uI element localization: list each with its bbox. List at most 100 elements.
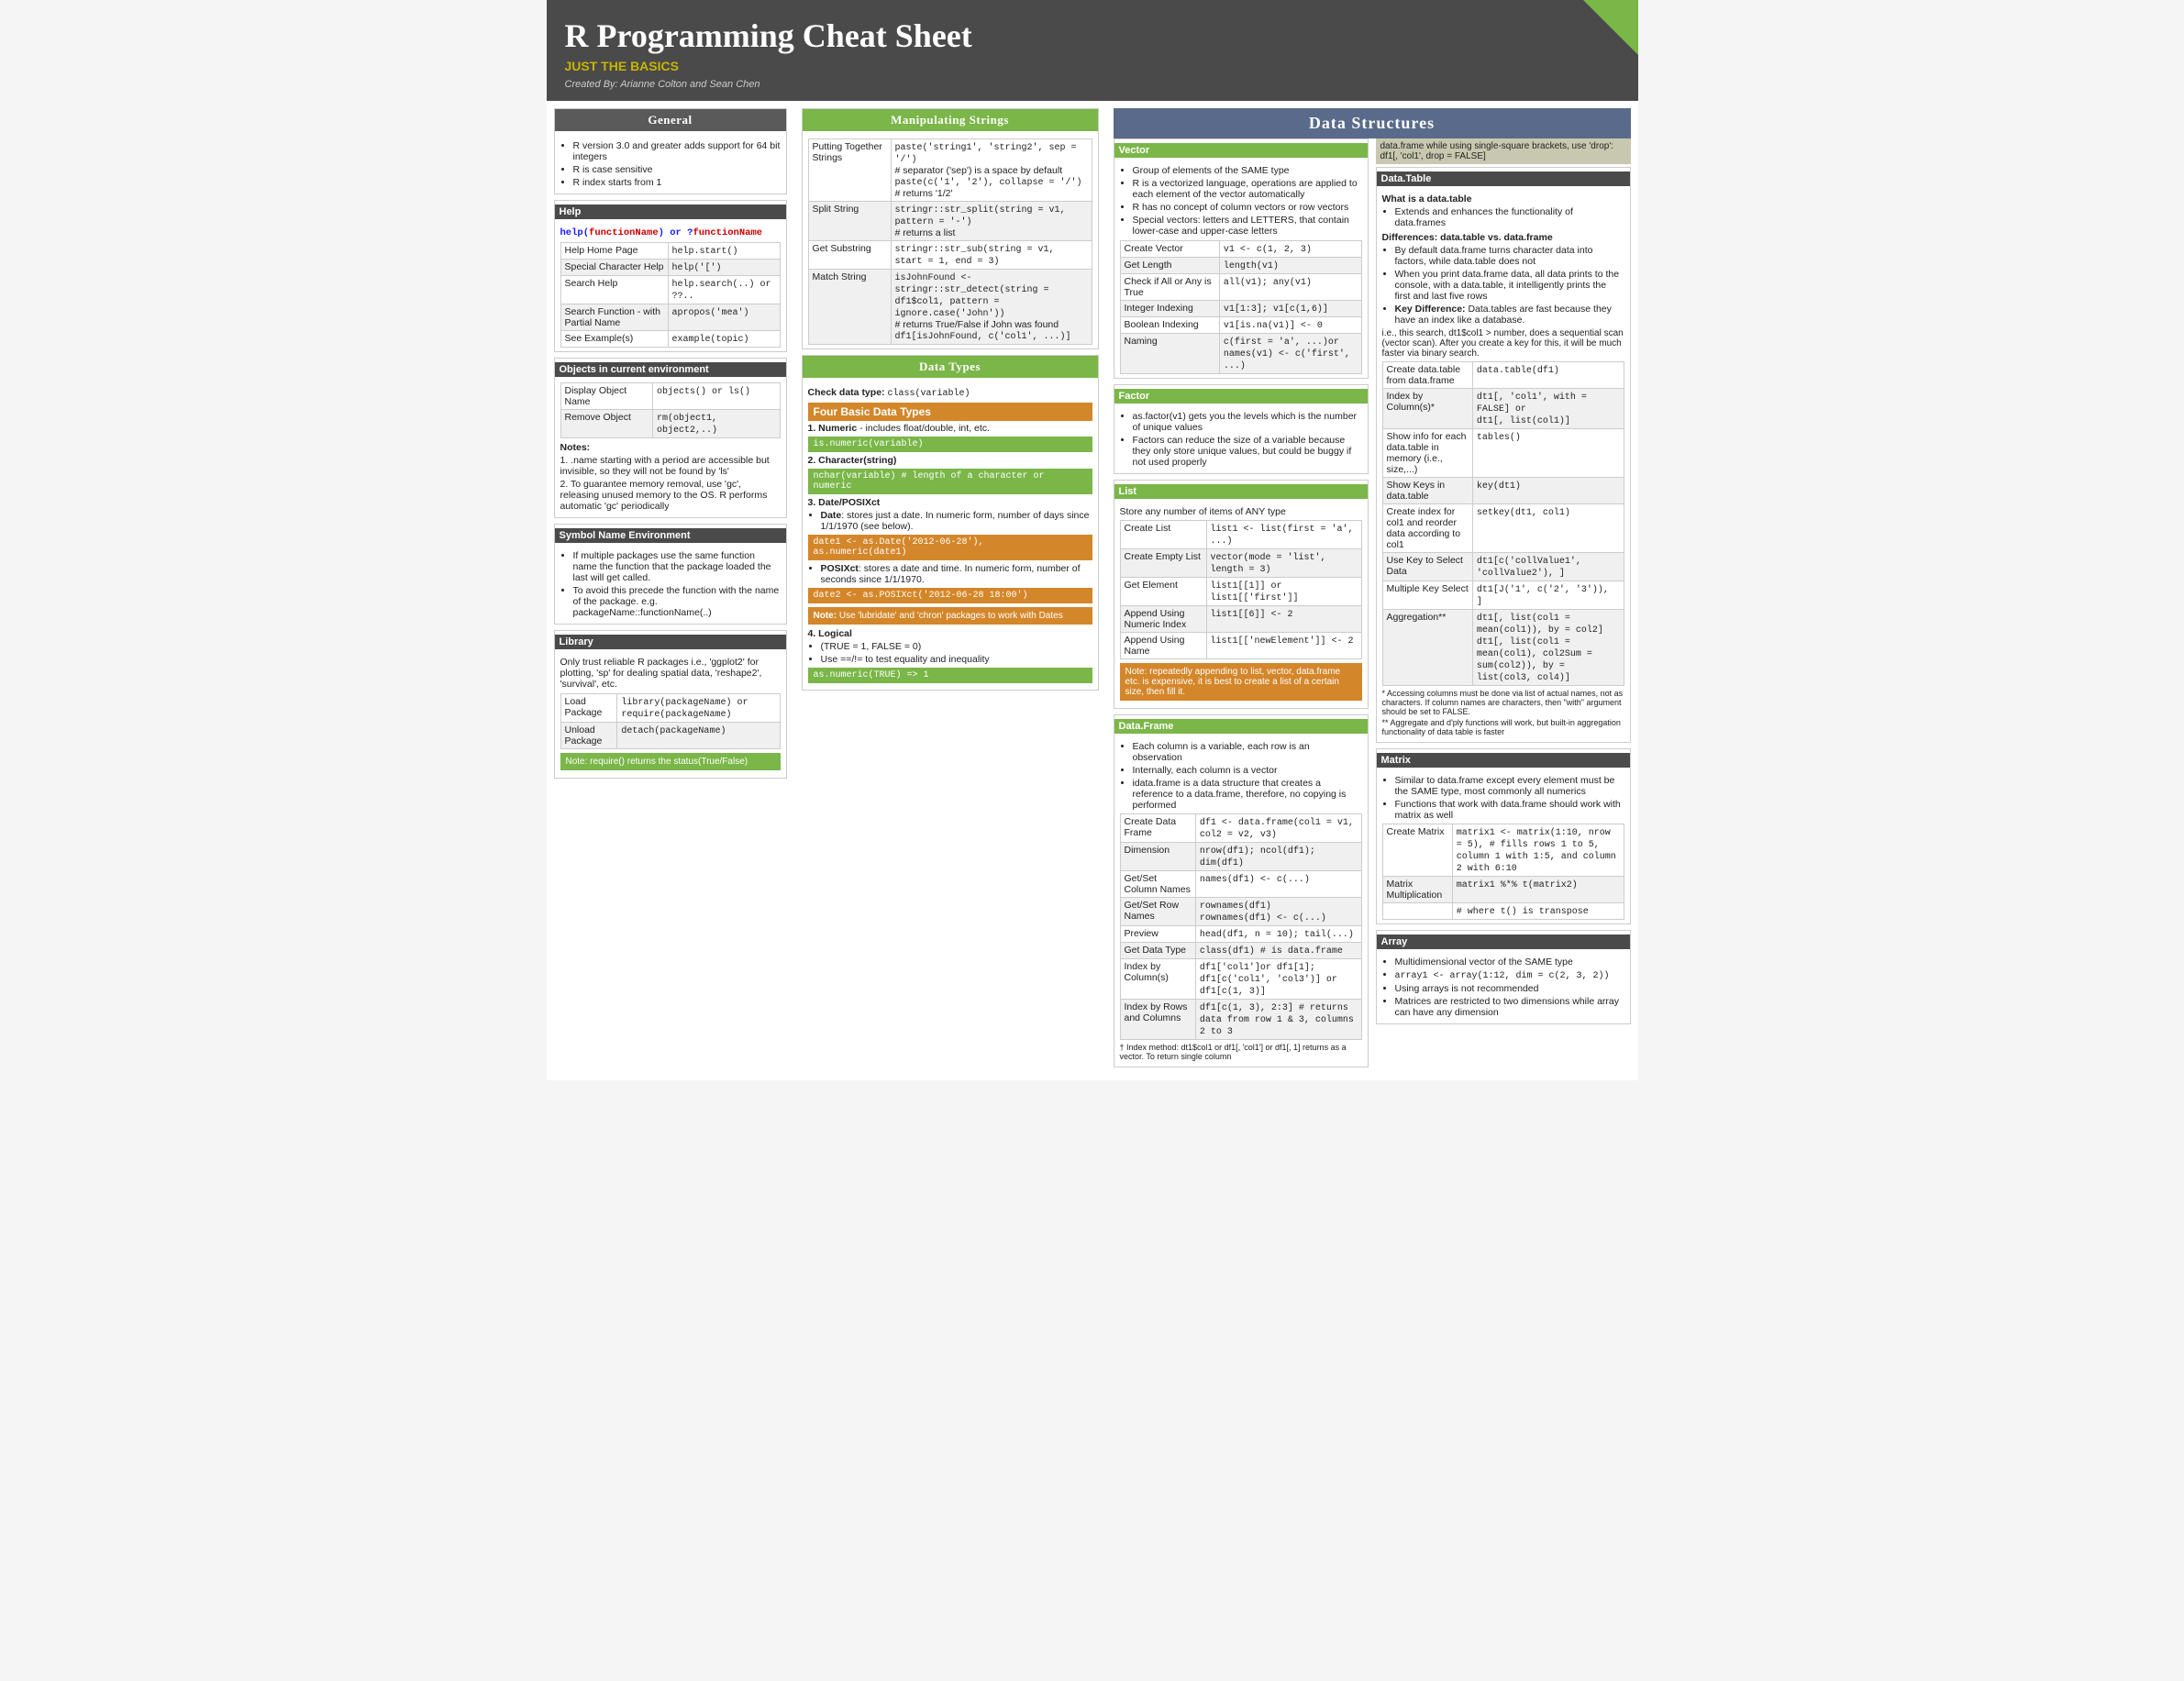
vector-b3: R has no concept of column vectors or ro… [1133,202,1362,213]
cell: Preview [1120,926,1195,943]
general-bullet-2: R is case sensitive [573,164,781,175]
array-b2: array1 <- array(1:12, dim = c(2, 3, 2)) [1395,969,1624,981]
dataframe-table: Create Data Framedf1 <- data.frame(col1 … [1120,813,1362,1040]
table-row: Use Key to Select Datadt1[c('collValue1'… [1382,553,1624,581]
cell: stringr::str_sub(string = v1, start = 1,… [891,241,1092,270]
general-section: General R version 3.0 and greater adds s… [554,108,787,194]
table-row: Namingc(first = 'a', ...)ornames(v1) <- … [1120,334,1361,374]
table-row: Match String isJohnFound <- stringr::str… [808,270,1092,345]
cell: df1 <- data.frame(col1 = v1, col2 = v2, … [1195,814,1361,843]
table-row: Putting Together Strings paste('string1'… [808,139,1092,202]
general-header: General [555,109,786,131]
table-row: Load Packagelibrary(packageName) or requ… [560,694,780,723]
table-row: Create Matrixmatrix1 <- matrix(1:10, nro… [1382,824,1624,877]
array-b4: Matrices are restricted to two dimension… [1395,996,1624,1018]
cell: data.table(df1) [1472,362,1624,389]
library-note: Note: require() returns the status(True/… [560,753,781,770]
help-section: Help help(functionName) or ?functionName… [554,200,787,352]
right-column: Data Structures Vector Group of elements… [1106,101,1638,1080]
symbol-header: Symbol Name Environment [555,528,786,543]
cell: Boolean Indexing [1120,317,1219,334]
vector-section: Vector Group of elements of the SAME typ… [1114,138,1369,379]
cell: list1[[6]] <- 2 [1206,606,1361,633]
page-author: Created By: Arianne Colton and Sean Chen [565,79,1620,90]
library-header: Library [555,635,786,649]
cell: vector(mode = 'list', length = 3) [1206,549,1361,578]
vector-bullets: Group of elements of the SAME type R is … [1120,165,1362,237]
table-row: Remove Objectrm(object1, object2,..) [560,410,780,438]
cell: Create Empty List [1120,549,1206,578]
cell: setkey(dt1, col1) [1472,504,1624,553]
what-desc-list: Extends and enhances the functionality o… [1382,206,1624,228]
array-b3: Using arrays is not recommended [1395,983,1624,994]
table-row: Boolean Indexingv1[is.na(v1)] <- 0 [1120,317,1361,334]
table-row: Index by Column(s)*dt1[, 'col1', with = … [1382,389,1624,429]
what-desc: Extends and enhances the functionality o… [1395,206,1624,228]
cell: Get Substring [808,241,891,270]
table-row: Search Function - with Partial Nameaprop… [560,304,780,331]
cell: Get/Set Row Names [1120,898,1195,926]
table-row: # where t() is transpose [1382,903,1624,920]
cell: rownames(df1)rownames(df1) <- c(...) [1195,898,1361,926]
cell: Putting Together Strings [808,139,891,202]
array-header: Array [1377,935,1630,949]
table-row: Index by Rows and Columnsdf1[c(1, 3), 2:… [1120,1000,1361,1040]
array-section: Array Multidimensional vector of the SAM… [1376,930,1631,1024]
cell: See Example(s) [560,331,668,348]
table-row: Get Elementlist1[[1]] or list1[['first']… [1120,578,1361,606]
cell: Match String [808,270,891,345]
table-row: Index by Column(s)df1['col1']or df1[1];d… [1120,959,1361,1000]
cell: df1['col1']or df1[1];df1[c('col1', 'col3… [1195,959,1361,1000]
dataframe-section: Data.Frame Each column is a variable, ea… [1114,714,1369,1067]
objects-header: Objects in current environment [555,362,786,377]
general-bullet-3: R index starts from 1 [573,177,781,188]
cell: Check if All or Any is True [1120,274,1219,301]
type-3-bullets: Date: stores just a date. In numeric for… [808,510,1092,532]
cell: Append Using Name [1120,633,1206,659]
cell: tables() [1472,429,1624,478]
list-table: Create Listlist1 <- list(first = 'a', ..… [1120,520,1362,659]
cell: v1 <- c(1, 2, 3) [1219,241,1361,258]
table-row: Search Helphelp.search(..) or ??.. [560,276,780,304]
table-row: Get/Set Column Namesnames(df1) <- c(...) [1120,871,1361,898]
table-row: Matrix Multiplicationmatrix1 %*% t(matri… [1382,877,1624,903]
right-right-sub: data.frame while using single-square bra… [1376,138,1631,1073]
matrix-table: Create Matrixmatrix1 <- matrix(1:10, nro… [1382,824,1624,920]
posix-cmd: date2 <- as.POSIXct('2012-06-28 18:00') [808,588,1092,603]
what-is-datatable: What is a data.table [1382,194,1624,205]
cell: Create Matrix [1382,824,1452,877]
table-row: Split String stringr::str_split(string =… [808,202,1092,241]
cell: Multiple Key Select [1382,581,1472,610]
logical-cmd: as.numeric(TRUE) => 1 [808,668,1092,683]
factor-bullets: as.factor(v1) gets you the levels which … [1120,411,1362,468]
cell: isJohnFound <- stringr::str_detect(strin… [891,270,1092,345]
table-row: Append Using Namelist1[['newElement']] <… [1120,633,1361,659]
table-row: Get Lengthlength(v1) [1120,258,1361,274]
table-row: Create index for col1 and reorder data a… [1382,504,1624,553]
diff-note: i.e., this search, dt1$col1 > number, do… [1382,328,1624,359]
library-desc: Only trust reliable R packages i.e., 'gg… [560,657,781,690]
cell: Index by Rows and Columns [1120,1000,1195,1040]
cell: nrow(df1); ncol(df1); dim(df1) [1195,843,1361,871]
cell: v1[is.na(v1)] <- 0 [1219,317,1361,334]
date-note: Note: Use 'lubridate' and 'chron' packag… [808,607,1092,625]
table-row: Append Using Numeric Indexlist1[[6]] <- … [1120,606,1361,633]
diff-bullets: By default data.frame turns character da… [1382,245,1624,326]
table-row: Create Vectorv1 <- c(1, 2, 3) [1120,241,1361,258]
cell: v1[1:3]; v1[c(1,6)] [1219,301,1361,317]
cell: names(df1) <- c(...) [1195,871,1361,898]
table-row: Get/Set Row Namesrownames(df1)rownames(d… [1120,898,1361,926]
strings-section: Manipulating Strings Putting Together St… [802,108,1099,349]
cell: help.search(..) or ??.. [668,276,780,304]
table-row: Get Data Typeclass(df1) # is data.frame [1120,943,1361,959]
footnote1: * Accessing columns must be done via lis… [1382,689,1624,716]
vector-header: Vector [1114,143,1368,158]
datatable-section: Data.Table What is a data.table Extends … [1376,167,1631,743]
cell: stringr::str_split(string = v1, pattern … [891,202,1092,241]
left-column: General R version 3.0 and greater adds s… [547,101,794,1080]
strings-table: Putting Together Strings paste('string1'… [808,138,1092,345]
cell: dt1[, 'col1', with = FALSE] ordt1[, list… [1472,389,1624,429]
symbol-section: Symbol Name Environment If multiple pack… [554,524,787,625]
cell: Get Data Type [1120,943,1195,959]
cell: Split String [808,202,891,241]
